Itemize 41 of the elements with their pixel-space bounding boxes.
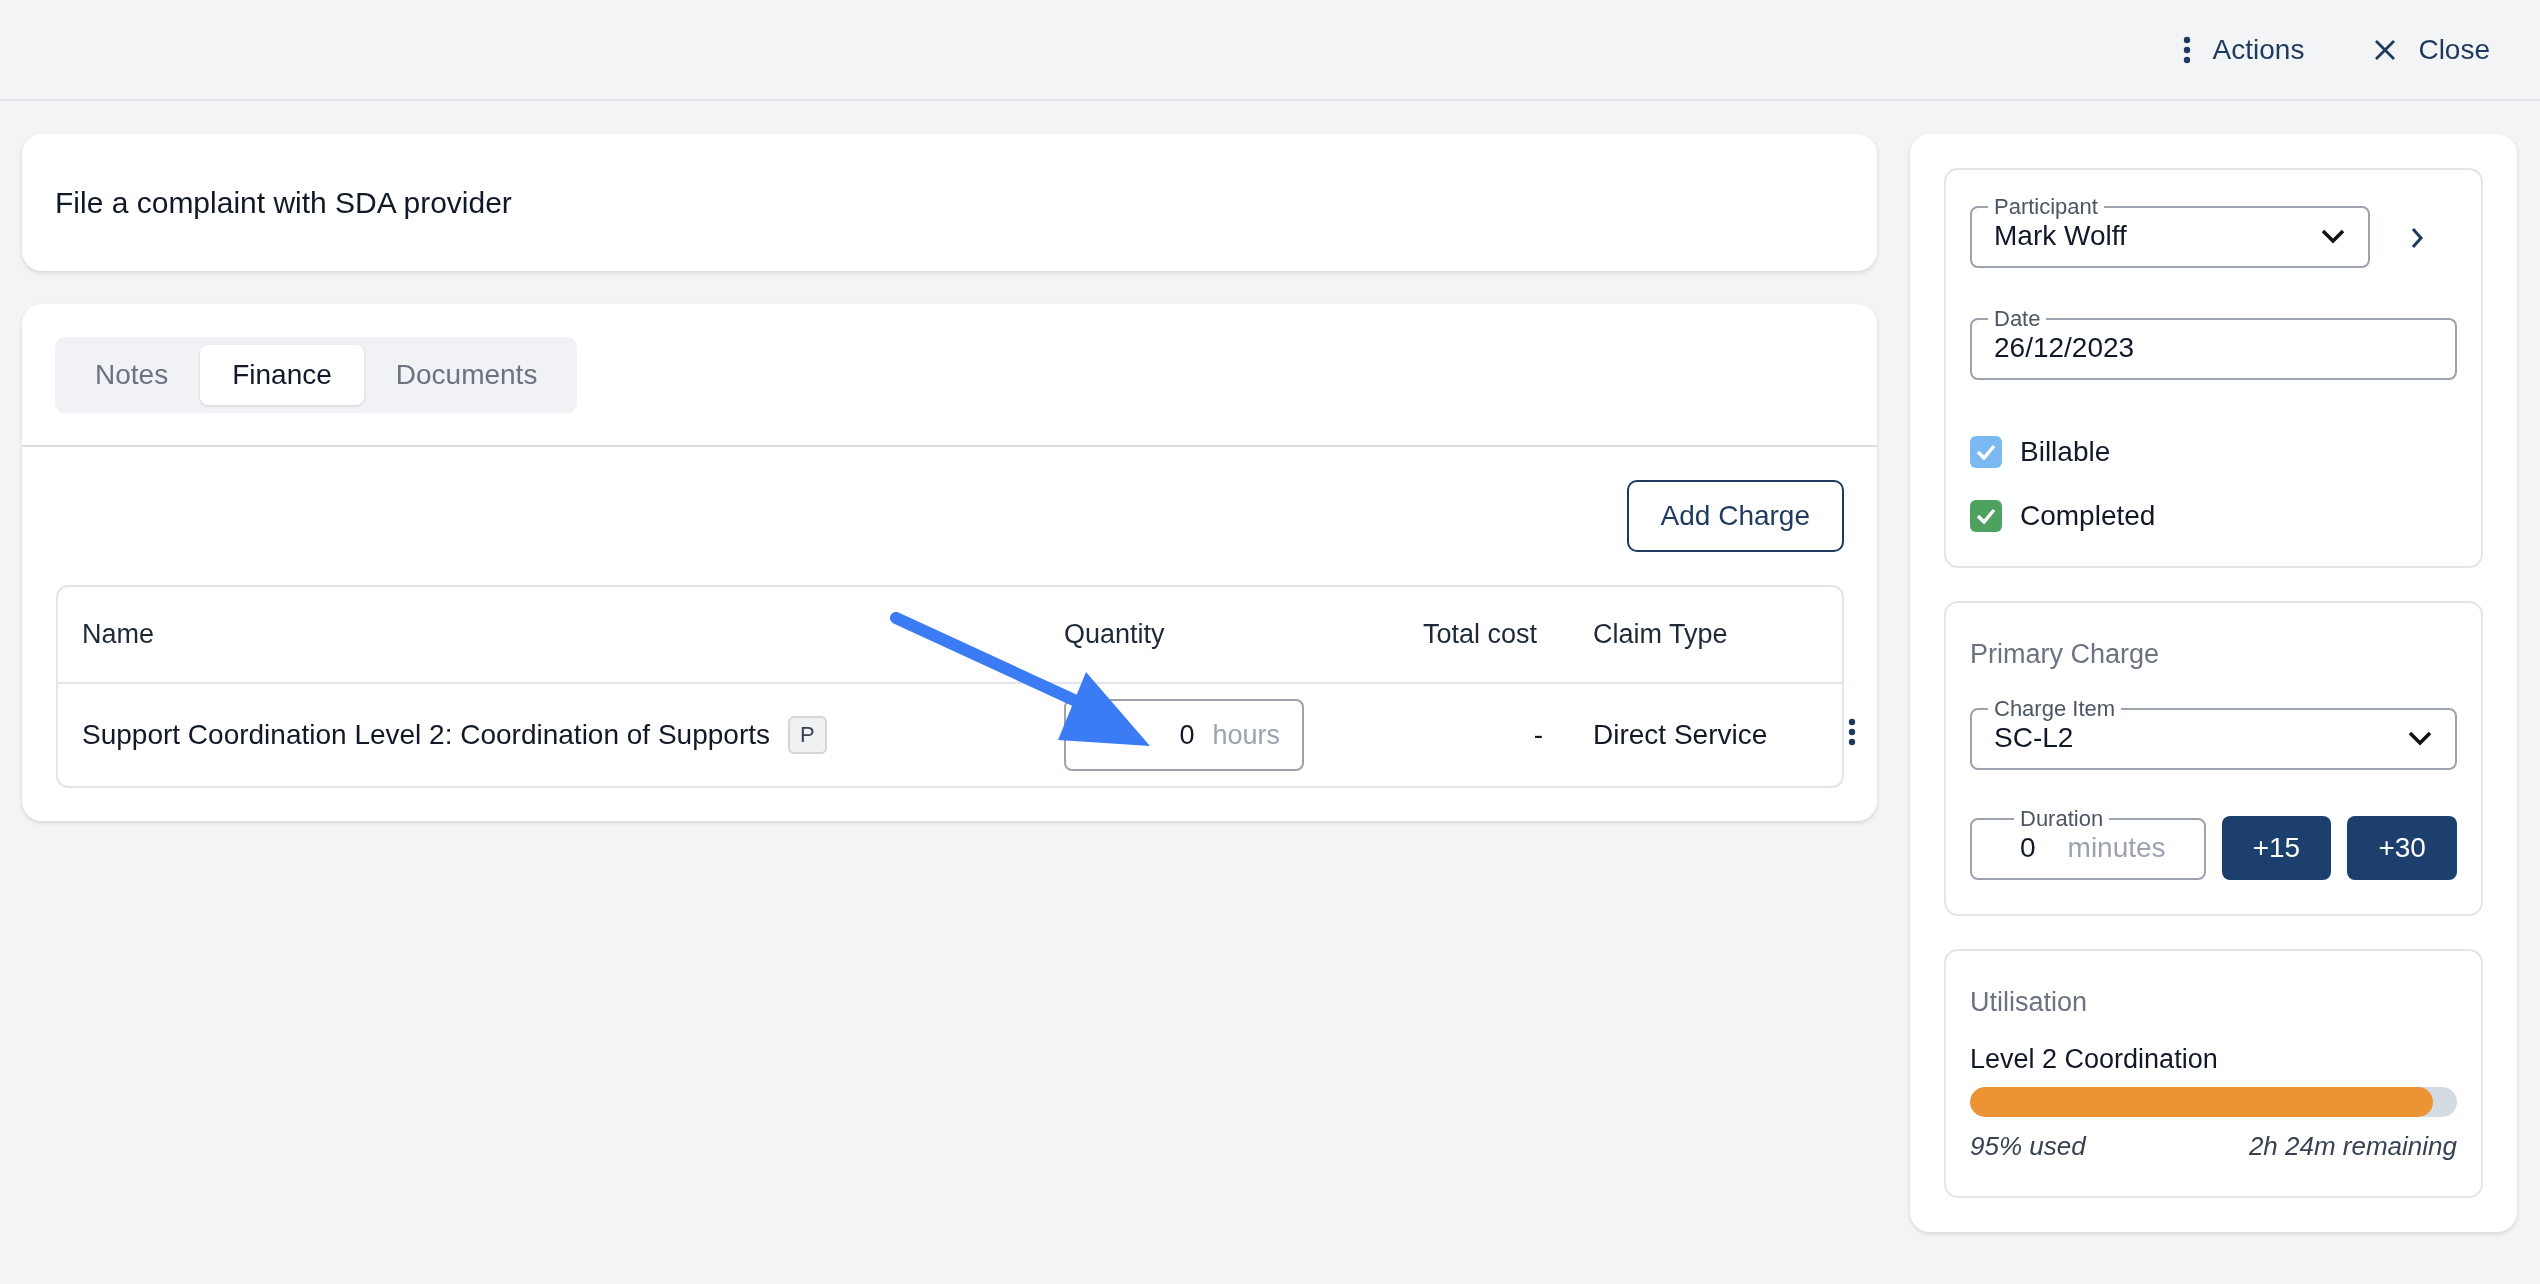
check-icon (1976, 444, 1996, 460)
field-label: Participant (1993, 194, 2099, 220)
tab[interactable]: Finance (200, 345, 364, 405)
field-value: 0 (1179, 719, 1195, 751)
checkbox[interactable] (1970, 436, 2002, 468)
usage-text: 95% used (1970, 1131, 2086, 1162)
actions-button[interactable]: Actions (2182, 27, 2305, 72)
field-label: Charge Item (1993, 696, 2117, 722)
remaining-text: 2h 24m remaining (2248, 1131, 2457, 1162)
table-cell-text: - (1532, 719, 1544, 751)
field-label: Date (1993, 306, 2042, 332)
column-header: Total cost (1423, 619, 1539, 650)
kebab-menu-icon (2182, 35, 2191, 64)
column-header: Claim Type (1593, 619, 1729, 650)
column-header: Name (82, 619, 156, 650)
section-heading: Primary Charge (1970, 639, 2161, 670)
tag: P (788, 716, 827, 754)
column-header: Quantity (1064, 619, 1166, 650)
chevron-down-icon (2320, 228, 2346, 244)
check-icon (1976, 508, 1996, 524)
tab[interactable]: Documents (363, 345, 570, 405)
checkbox-label: Completed (2020, 500, 2156, 532)
chevron-right-icon[interactable] (2410, 226, 2424, 250)
budget-name: Level 2 Coordination (1970, 1044, 2219, 1075)
unit-suffix: hours (1212, 719, 1280, 751)
task-title: File a complaint with SDA provider (22, 134, 1877, 271)
close-icon (2374, 38, 2397, 61)
close-button[interactable]: Close (2374, 27, 2490, 72)
unit-suffix: minutes (2067, 832, 2166, 864)
section-heading: Utilisation (1970, 987, 2089, 1018)
chevron-down-icon (2407, 730, 2433, 746)
tab[interactable]: Notes (63, 345, 201, 405)
table-cell: Support Coordination Level 2: Coordination of Supports (82, 719, 770, 751)
table-cell-text: Direct Service (1593, 719, 1769, 751)
checkbox[interactable] (1970, 500, 2002, 532)
add-time-button[interactable]: +15 (2221, 816, 2332, 880)
field-label: Duration (2019, 806, 2105, 832)
checkbox-label: Billable (2020, 436, 2111, 468)
add-charge-button[interactable]: Add Charge (1626, 480, 1844, 552)
add-time-button[interactable]: +30 (2347, 816, 2457, 880)
kebab-menu-icon[interactable] (1848, 717, 1856, 746)
